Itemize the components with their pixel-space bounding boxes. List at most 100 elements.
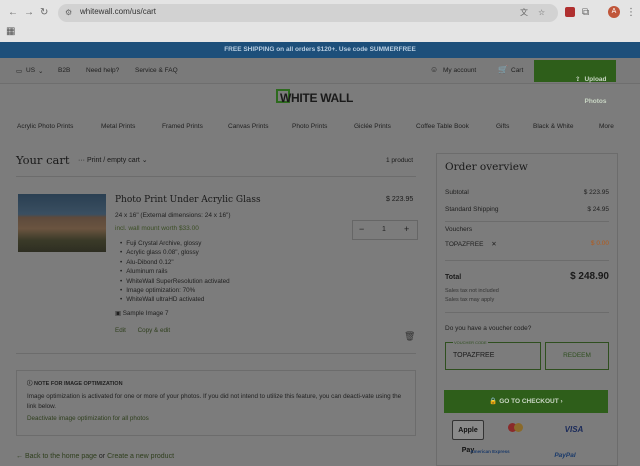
back-arrow-icon[interactable]: ← (8, 7, 18, 19)
promo-banner[interactable]: FREE SHIPPING on all orders $120+. Use c… (0, 42, 640, 58)
notice-heading: ⓘ NOTE FOR IMAGE OPTIMIZATION (27, 381, 123, 387)
product-thumbnail[interactable] (18, 194, 106, 252)
product-dimensions: 24 x 16" (External dimensions: 24 x 16") (115, 212, 231, 219)
b2b-link[interactable]: B2B (58, 67, 70, 74)
menu-kebab-icon[interactable]: ⋮ (626, 7, 636, 19)
print-empty-cart-menu[interactable]: ··· Print / empty cart ⌄ (78, 156, 148, 164)
url-text[interactable]: whitewall.com/us/cart (80, 7, 156, 16)
sample-image: ▣ Sample Image 7 (115, 310, 169, 317)
dots-icon: ··· (78, 157, 87, 164)
apps-grid-icon[interactable]: ▦ (6, 26, 15, 37)
chevron-down-icon[interactable]: ⌄ (38, 67, 43, 75)
service-faq-link[interactable]: Service & FAQ (135, 67, 178, 74)
back-home-link[interactable]: Back to the home page (25, 453, 97, 460)
decrement-button[interactable]: − (359, 224, 364, 234)
upload-photos-button[interactable]: ⇪ Upload Photos (534, 60, 616, 105)
translate-icon[interactable]: 文 (520, 7, 528, 19)
subtotal-row: Subtotal $ 223.95 (445, 189, 609, 196)
product-count: 1 product (386, 157, 414, 164)
category-item[interactable]: Canvas Prints (228, 123, 268, 130)
image-icon: ▣ (115, 310, 123, 317)
divider (445, 312, 609, 313)
subtotal-label: Subtotal (445, 189, 469, 196)
user-icon[interactable]: ☺ (430, 65, 438, 74)
shipping-row: Standard Shipping $ 24.95 (445, 206, 609, 213)
list-item: Fuji Crystal Archive, glossy (120, 239, 230, 248)
total-value: $ 248.90 (570, 271, 609, 282)
print-empty-label: Print / empty cart (86, 157, 140, 164)
info-icon: ⓘ (27, 381, 35, 387)
voucher-input-label: VOUCHER CODE (453, 340, 488, 345)
redeem-button[interactable]: REDEEM (545, 342, 609, 370)
list-item: Alu-Dibond 0.12" (120, 258, 230, 267)
category-item[interactable]: Giclée Prints (354, 123, 391, 130)
forward-arrow-icon[interactable]: → (24, 7, 34, 19)
amex-logo: American Express (470, 449, 510, 454)
trash-icon[interactable]: 🗑 (404, 331, 415, 342)
bookmark-star-icon[interactable]: ☆ (538, 7, 545, 19)
remove-voucher-icon[interactable]: ✕ (491, 241, 496, 248)
upload-label: Upload Photos (584, 76, 607, 105)
voucher-input-value[interactable]: TOPAZFREE (453, 352, 494, 359)
profile-avatar[interactable]: A (608, 6, 620, 18)
mastercard-logo (502, 420, 528, 440)
voucher-row: TOPAZFREE ✕ $ 0.00 (445, 240, 609, 248)
vouchers-label: Vouchers (445, 226, 473, 233)
address-bar[interactable]: ⚙ whitewall.com/us/cart 文 ☆ (58, 4, 558, 22)
visa-logo: VISA (564, 425, 584, 434)
checkout-button[interactable]: 🔒 GO TO CHECKOUT › (444, 390, 608, 413)
category-item[interactable]: Metal Prints (101, 123, 135, 130)
quantity-value[interactable]: 1 (382, 226, 386, 233)
category-item[interactable]: Acrylic Photo Prints (17, 123, 73, 130)
category-item[interactable]: Coffee Table Book (416, 123, 469, 130)
product-price: $ 223.95 (386, 196, 414, 203)
voucher-code: TOPAZFREE (445, 241, 484, 248)
cart-title: Your cart (16, 153, 70, 167)
chevron-down-icon: ⌄ (139, 157, 148, 164)
or-text: or (98, 453, 106, 460)
locale-select[interactable]: US (26, 67, 35, 74)
category-item[interactable]: Black & White (533, 123, 573, 130)
sample-label: Sample Image 7 (122, 310, 169, 317)
copy-edit-link[interactable]: Copy & edit (138, 327, 171, 334)
voucher-code-input[interactable]: VOUCHER CODE TOPAZFREE (445, 340, 541, 370)
page: ▭ US ⌄ B2B Need help? Service & FAQ ☺ My… (0, 58, 640, 466)
extension-icon[interactable] (565, 7, 575, 17)
product-feature-list: Fuji Crystal Archive, glossy Acrylic gla… (120, 239, 230, 305)
list-item: WhiteWall SuperResolution activated (120, 277, 229, 286)
divider (445, 221, 609, 222)
optimization-notice: ⓘ NOTE FOR IMAGE OPTIMIZATION Image opti… (16, 370, 416, 436)
whitewall-logo[interactable]: WHITE WALL (276, 91, 353, 105)
cart-icon[interactable]: 🛒 (498, 65, 508, 74)
cart-link[interactable]: Cart (511, 67, 523, 74)
create-product-link[interactable]: Create a new product (107, 453, 174, 460)
help-link[interactable]: Need help? (86, 67, 119, 74)
chevron-right-icon: › (558, 398, 563, 405)
list-item: WhiteWall ultraHD activated (120, 295, 230, 304)
category-item[interactable]: Photo Prints (292, 123, 327, 130)
site-info-icon[interactable]: ⚙ (65, 7, 72, 19)
puzzle-icon[interactable]: ⧉ (582, 7, 589, 19)
voucher-value: $ 0.00 (590, 240, 609, 247)
divider (16, 353, 416, 354)
checkout-label: GO TO CHECKOUT (499, 398, 559, 405)
category-item[interactable]: More (599, 123, 614, 130)
category-item[interactable]: Gifts (496, 123, 509, 130)
reload-icon[interactable]: ↻ (40, 7, 48, 19)
total-label: Total (445, 274, 462, 281)
arrow-left-icon: ← (16, 453, 25, 460)
apple-pay-logo: Apple Pay (452, 420, 484, 454)
edit-link[interactable]: Edit (115, 327, 126, 334)
footer-links: ← Back to the home page or Create a new … (16, 453, 174, 460)
flag-icon[interactable]: ▭ (16, 67, 22, 75)
list-item: Image optimization: 70% (120, 286, 230, 295)
top-nav: ▭ US ⌄ B2B Need help? Service & FAQ ☺ My… (0, 58, 640, 105)
divider (445, 260, 609, 261)
edit-links: Edit Copy & edit (115, 327, 170, 334)
deactivate-optimization-link[interactable]: Deactivate image optimization for all ph… (27, 415, 149, 422)
list-item: Acrylic glass 0.08", glossy (120, 248, 230, 257)
category-item[interactable]: Framed Prints (162, 123, 203, 130)
increment-button[interactable]: + (404, 224, 409, 234)
my-account-link[interactable]: My account (443, 67, 476, 74)
list-item: Aluminum rails (120, 267, 230, 276)
